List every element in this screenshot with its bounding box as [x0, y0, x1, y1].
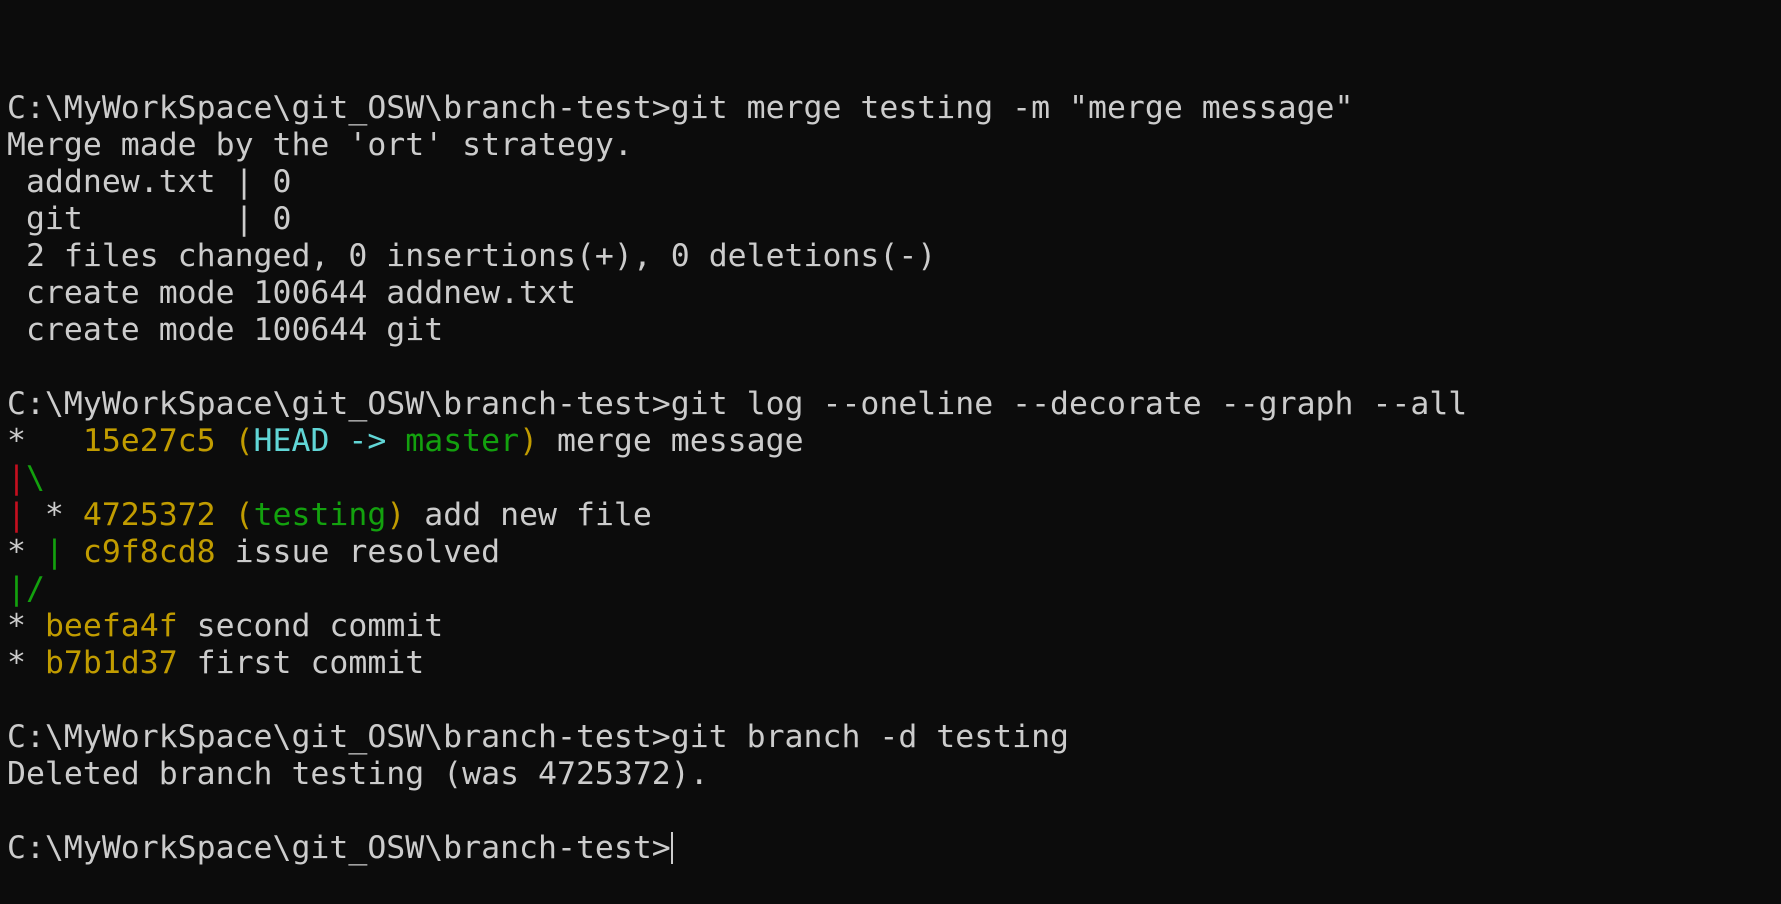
terminal-text-segment: b7b1d37 [44, 645, 178, 681]
terminal-text-segment: | [44, 534, 64, 570]
terminal-line: addnew.txt | 0 [7, 164, 1781, 201]
terminal-text-segment: HEAD -> [253, 423, 406, 459]
terminal-text-segment: ) [519, 423, 539, 459]
terminal-text-segment: | [7, 460, 26, 496]
terminal-line: * b7b1d37 first commit [7, 645, 1781, 682]
terminal-text-segment: Merge made by the 'ort' strategy. [7, 127, 633, 163]
terminal-text-segment: 2 files changed, 0 insertions(+), 0 dele… [7, 238, 937, 274]
terminal-text-segment: ) [386, 497, 406, 533]
terminal-text-segment: merge message [538, 423, 804, 459]
terminal-text-segment: issue resolved [215, 534, 501, 570]
terminal-text-segment: * [7, 534, 45, 570]
terminal-text-segment: master [405, 423, 520, 459]
terminal-text-segment: git | 0 [7, 201, 292, 237]
terminal-text-segment: create mode 100644 git [7, 312, 444, 348]
terminal-line: create mode 100644 addnew.txt [7, 275, 1781, 312]
terminal-text-segment: create mode 100644 addnew.txt [7, 275, 576, 311]
terminal-text-segment: Deleted branch testing (was 4725372). [7, 756, 709, 792]
terminal-text-segment: C:\MyWorkSpace\git_OSW\branch-test>git l… [7, 386, 1468, 422]
terminal-line: 2 files changed, 0 insertions(+), 0 dele… [7, 238, 1781, 275]
terminal-text-segment: c9f8cd8 [82, 534, 216, 570]
terminal-text-segment: \ [25, 460, 45, 496]
terminal-text-segment: testing [253, 497, 387, 533]
terminal-line: C:\MyWorkSpace\git_OSW\branch-test>git m… [7, 90, 1781, 127]
terminal-text-segment: * [25, 497, 83, 533]
terminal-line: C:\MyWorkSpace\git_OSW\branch-test>git b… [7, 719, 1781, 756]
terminal-line: git | 0 [7, 201, 1781, 238]
terminal-text-segment: * [7, 608, 45, 644]
terminal-text-segment: | [7, 497, 26, 533]
terminal-text-segment: beefa4f [44, 608, 178, 644]
terminal-text-segment: C:\MyWorkSpace\git_OSW\branch-test>git b… [7, 719, 1070, 755]
text-cursor [670, 832, 673, 864]
terminal-line: |\ [7, 460, 1781, 497]
terminal-line: | * 4725372 (testing) add new file [7, 497, 1781, 534]
terminal-text-segment: C:\MyWorkSpace\git_OSW\branch-test> [7, 830, 671, 866]
terminal-text-segment: addnew.txt | 0 [7, 164, 292, 200]
terminal-output: C:\MyWorkSpace\git_OSW\branch-test>git m… [7, 90, 1781, 867]
terminal-line: create mode 100644 git [7, 312, 1781, 349]
terminal-text-segment: |/ [7, 571, 45, 607]
terminal-text-segment: * [7, 423, 83, 459]
terminal-text-segment: 15e27c5 ( [82, 423, 254, 459]
terminal-text-segment: first commit [177, 645, 425, 681]
terminal-line: * beefa4f second commit [7, 608, 1781, 645]
terminal-text-segment: add new file [405, 497, 652, 533]
terminal-window[interactable]: C:\MyWorkSpace\git_OSW\branch-test>git m… [0, 0, 1781, 866]
terminal-line: Deleted branch testing (was 4725372). [7, 756, 1781, 793]
terminal-text-segment: second commit [177, 608, 444, 644]
terminal-text-segment: * [7, 645, 45, 681]
terminal-text-segment: 4725372 ( [82, 497, 254, 533]
terminal-line: C:\MyWorkSpace\git_OSW\branch-test>git l… [7, 386, 1781, 423]
terminal-text-segment: C:\MyWorkSpace\git_OSW\branch-test>git m… [7, 90, 1354, 126]
terminal-line: * | c9f8cd8 issue resolved [7, 534, 1781, 571]
terminal-line: |/ [7, 571, 1781, 608]
terminal-line: C:\MyWorkSpace\git_OSW\branch-test> [7, 830, 1781, 867]
terminal-line: Merge made by the 'ort' strategy. [7, 127, 1781, 164]
terminal-line: * 15e27c5 (HEAD -> master) merge message [7, 423, 1781, 460]
